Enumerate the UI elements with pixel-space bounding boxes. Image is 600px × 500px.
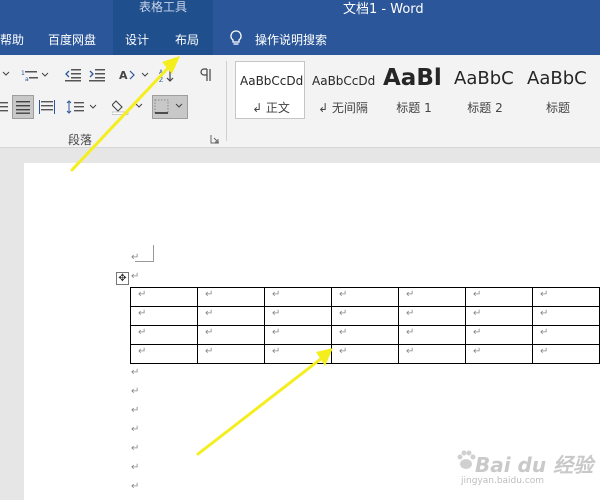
style-normal[interactable]: AaBbCcDd ↲ 正文 xyxy=(235,61,305,119)
tab-help[interactable]: 帮助 xyxy=(0,31,24,48)
paragraph-mark: ↵ xyxy=(131,367,140,378)
text-direction-icon[interactable]: A xyxy=(118,65,150,85)
table-cell[interactable]: ↵ xyxy=(130,287,198,307)
watermark-url-text: jingyan.baidu.com xyxy=(461,476,545,486)
style-name: 标题 1 xyxy=(396,101,432,115)
table-cell[interactable]: ↵ xyxy=(331,287,399,307)
table-cell[interactable]: ↵ xyxy=(532,325,600,345)
borders-button[interactable] xyxy=(152,95,188,119)
table-cell[interactable]: ↵ xyxy=(130,306,198,326)
table-cell[interactable]: ↵ xyxy=(130,325,198,345)
paragraph-group-label: 段落 xyxy=(67,133,92,147)
style-no-spacing[interactable]: AaBbCcDd ↲ 无间隔 xyxy=(307,61,377,119)
style-title[interactable]: AaBbC 标题 xyxy=(522,61,592,119)
increase-indent-icon[interactable] xyxy=(88,65,106,85)
table-cell[interactable]: ↵ xyxy=(532,344,600,364)
styles-gallery: AaBbCcDd ↲ 正文 AaBbCcDd ↲ 无间隔 AaBl 标题 1 A… xyxy=(232,58,600,120)
paragraph-mark: ↵ xyxy=(131,386,140,397)
style-sample: AaBbCcDd xyxy=(240,74,304,88)
table-cell[interactable]: ↵ xyxy=(331,306,399,326)
style-name: 标题 xyxy=(545,101,570,115)
style-sample: AaBbC xyxy=(454,68,514,89)
style-sample: AaBbCcDd xyxy=(312,74,376,88)
watermark-main-text: Bai du 经验 xyxy=(475,453,594,477)
svg-text:A: A xyxy=(159,69,164,76)
dialog-launcher-icon[interactable] xyxy=(210,134,220,144)
table-row: ↵ ↵ ↵ ↵ ↵ ↵ ↵ xyxy=(130,306,600,326)
document-title: 文档1 - Word xyxy=(343,2,424,17)
paragraph-mark: ↵ xyxy=(131,443,140,454)
paw-logo-icon xyxy=(457,450,476,469)
table-cell[interactable]: ↵ xyxy=(197,325,265,345)
style-sample: AaBl xyxy=(383,65,442,91)
style-sample: AaBbC xyxy=(527,68,587,89)
lightbulb-icon xyxy=(230,30,242,45)
style-name: 标题 2 xyxy=(467,101,503,115)
table-row: ↵ ↵ ↵ ↵ ↵ ↵ ↵ xyxy=(130,287,600,307)
tab-layout[interactable]: 布局 xyxy=(175,31,199,48)
svg-text:Z: Z xyxy=(159,77,163,83)
tell-me-search[interactable]: 操作说明搜索 xyxy=(255,31,327,48)
align-left-icon[interactable] xyxy=(0,97,8,117)
style-name: ↲ 正文 xyxy=(252,101,290,115)
table-cell[interactable]: ↵ xyxy=(398,306,466,326)
table-row: ↵ ↵ ↵ ↵ ↵ ↵ ↵ xyxy=(130,344,600,364)
document-table[interactable]: ↵ ↵ ↵ ↵ ↵ ↵ ↵ ↵ ↵ ↵ ↵ ↵ ↵ ↵ ↵ ↵ ↵ ↵ ↵ ↵ ↵ ↵ ↵ ↵ ↵ ↵ ↵ ↵ xyxy=(130,287,600,364)
baidu-watermark: Bai du 经验 jingyan.baidu.com xyxy=(455,443,593,493)
table-cell[interactable]: ↵ xyxy=(197,287,265,307)
table-cell[interactable]: ↵ xyxy=(264,344,332,364)
bullets-dropdown-icon[interactable] xyxy=(0,65,16,85)
paragraph-mark: ↵ xyxy=(131,271,140,282)
show-marks-icon[interactable] xyxy=(198,65,214,85)
decrease-indent-icon[interactable] xyxy=(64,65,82,85)
svg-text:a: a xyxy=(25,76,29,82)
table-cell[interactable]: ↵ xyxy=(465,306,533,326)
distributed-icon[interactable] xyxy=(38,97,56,117)
table-cell[interactable]: ↵ xyxy=(465,287,533,307)
svg-text:A: A xyxy=(119,69,128,82)
table-cell[interactable]: ↵ xyxy=(264,287,332,307)
ribbon: 1 a A AZ 段落 AaBbCcDd ↲ 正文 AaBbCcDd ↲ 无间隔… xyxy=(0,55,600,148)
table-cell[interactable]: ↵ xyxy=(532,306,600,326)
tab-design[interactable]: 设计 xyxy=(125,31,149,48)
table-cell[interactable]: ↵ xyxy=(197,344,265,364)
table-cell[interactable]: ↵ xyxy=(465,325,533,345)
table-cell[interactable]: ↵ xyxy=(130,344,198,364)
table-cell[interactable]: ↵ xyxy=(264,325,332,345)
table-move-handle[interactable]: ✥ xyxy=(116,272,129,285)
shading-icon[interactable] xyxy=(112,97,146,117)
group-divider xyxy=(226,61,227,141)
paragraph-mark: ↵ xyxy=(131,405,140,416)
sort-icon[interactable]: AZ xyxy=(158,65,176,85)
justify-button[interactable] xyxy=(12,95,34,119)
table-cell[interactable]: ↵ xyxy=(398,344,466,364)
multilevel-list-icon[interactable]: 1 a xyxy=(20,65,50,85)
table-tools-label: 表格工具 xyxy=(138,0,187,14)
paragraph-mark: ↵ xyxy=(131,462,140,473)
style-heading-2[interactable]: AaBbC 标题 2 xyxy=(449,61,519,119)
table-row: ↵ ↵ ↵ ↵ ↵ ↵ ↵ xyxy=(130,325,600,345)
table-cell[interactable]: ↵ xyxy=(398,325,466,345)
table-cell[interactable]: ↵ xyxy=(398,287,466,307)
paragraph-mark: ↵ xyxy=(131,252,140,263)
style-heading-1[interactable]: AaBl 标题 1 xyxy=(378,61,448,119)
table-cell[interactable]: ↵ xyxy=(264,306,332,326)
table-cell[interactable]: ↵ xyxy=(331,325,399,345)
paragraph-mark: ↵ xyxy=(131,481,140,492)
table-cell[interactable]: ↵ xyxy=(532,287,600,307)
tab-baidu-netdisk[interactable]: 百度网盘 xyxy=(48,31,96,48)
paragraph-mark: ↵ xyxy=(131,424,140,435)
style-name: ↲ 无间隔 xyxy=(318,101,368,115)
line-spacing-icon[interactable] xyxy=(66,97,100,117)
table-cell[interactable]: ↵ xyxy=(197,306,265,326)
table-cell[interactable]: ↵ xyxy=(331,344,399,364)
table-cell[interactable]: ↵ xyxy=(465,344,533,364)
